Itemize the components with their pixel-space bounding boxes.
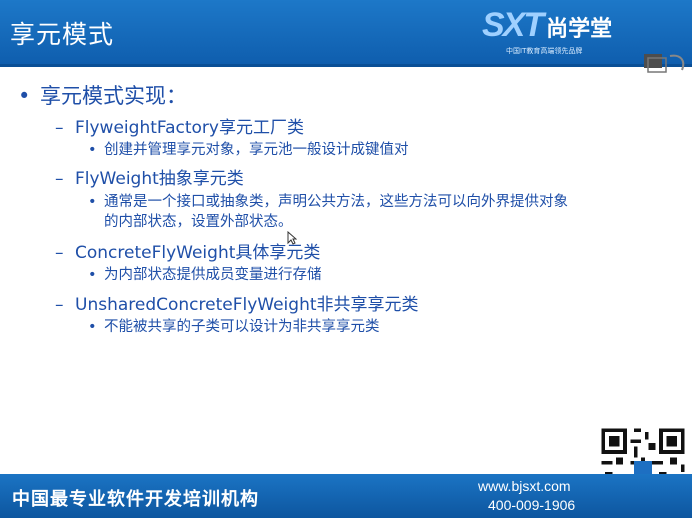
slide-footer: 中国最专业软件开发培训机构 www.bjsxt.com 400-009-1906 xyxy=(0,474,692,518)
item-label: UnsharedConcreteFlyWeight非共享享元类 xyxy=(75,295,419,315)
item-detail: 创建并管理享元对象，享元池一般设计成键值对 xyxy=(104,142,409,158)
logo-mark: SXT 尚学堂 xyxy=(482,6,612,45)
list-item: – FlyWeight抽象享元类 xyxy=(55,169,244,189)
list-item-detail: • 通常是一个接口或抽象类，声明公共方法，这些方法可以向外界提供对象 的内部状态，设… xyxy=(88,192,673,232)
item-label: ConcreteFlyWeight具体享元类 xyxy=(75,243,321,263)
logo-tagline: 中国IT教育高端领先品牌 xyxy=(506,47,583,55)
item-label: FlyWeight抽象享元类 xyxy=(75,169,244,189)
footer-website: www.bjsxt.com xyxy=(478,478,571,494)
footer-phone: 400-009-1906 xyxy=(488,497,576,513)
item-detail: 通常是一个接口或抽象类，声明公共方法，这些方法可以向外界提供对象 xyxy=(104,194,568,210)
footer-slogan: 中国最专业软件开发培训机构 xyxy=(12,489,259,510)
list-item: – FlyweightFactory享元工厂类 xyxy=(55,118,304,138)
slide-title: 享元模式 xyxy=(10,20,115,49)
item-detail-cont: 的内部状态，设置外部状态。 xyxy=(104,214,293,230)
section-heading: 享元模式实现： xyxy=(40,84,187,108)
item-detail: 为内部状态提供成员变量进行存储 xyxy=(104,267,322,283)
item-detail: 不能被共享的子类可以设计为非共享享元类 xyxy=(104,319,380,335)
list-item-detail: • 不能被共享的子类可以设计为非共享享元类 xyxy=(88,319,380,335)
list-item: – ConcreteFlyWeight具体享元类 xyxy=(55,243,321,263)
logo-mark-text: SXT xyxy=(482,6,544,44)
list-item-detail: • 为内部状态提供成员变量进行存储 xyxy=(88,267,322,283)
logo-brand: 尚学堂 xyxy=(546,16,613,41)
slide-icon xyxy=(644,54,685,73)
item-label: FlyweightFactory享元工厂类 xyxy=(75,118,304,138)
list-item: – UnsharedConcreteFlyWeight非共享享元类 xyxy=(55,295,419,315)
list-item-detail: • 创建并管理享元对象，享元池一般设计成键值对 xyxy=(88,142,409,158)
bullet-level1: • 享元模式实现： xyxy=(18,84,187,108)
slide-header: 享元模式 SXT 尚学堂 中国IT教育高端领先品牌 xyxy=(0,0,692,67)
mouse-cursor-icon xyxy=(287,231,297,245)
